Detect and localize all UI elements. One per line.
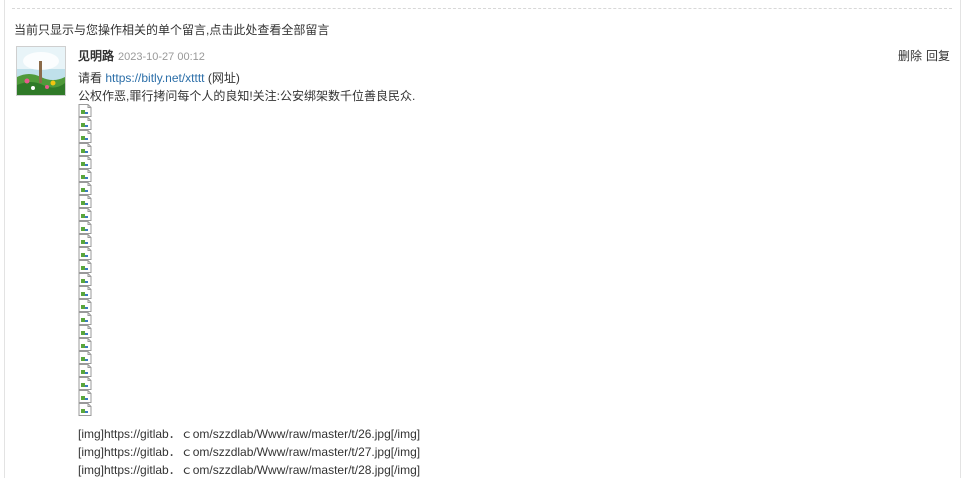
- broken-image-icon: [78, 247, 94, 260]
- broken-image-icon: [78, 208, 94, 221]
- broken-image-icon: [78, 130, 94, 143]
- broken-image-icon: [78, 143, 94, 156]
- delete-button[interactable]: 删除: [898, 49, 922, 63]
- broken-image-icon: [78, 338, 94, 351]
- broken-image-icon: [78, 377, 94, 390]
- broken-image-icon: [78, 390, 94, 403]
- broken-image-icon: [78, 260, 94, 273]
- broken-image-icon: [78, 364, 94, 377]
- broken-image-icon: [78, 104, 94, 117]
- img-tag-line: [img]https://gitlab．ｃom/szzdlab/Www/raw/…: [78, 463, 421, 477]
- broken-image-icon: [78, 273, 94, 286]
- broken-image-icon: [78, 195, 94, 208]
- broken-image-icon: [78, 117, 94, 130]
- broken-image-icon: [78, 325, 94, 338]
- comment-date: 2023-10-27 00:12: [118, 51, 205, 63]
- broken-image-icon: [78, 299, 94, 312]
- img-tag-line: [img]https://gitlab．ｃom/szzdlab/Www/raw/…: [78, 427, 421, 441]
- line1-suffix: (网址): [207, 71, 240, 85]
- show-all-comments-link[interactable]: 当前只显示与您操作相关的单个留言,点击此处查看全部留言: [14, 21, 329, 38]
- broken-image-icon: [78, 221, 94, 234]
- comment-line-2: 公权作恶,罪行拷问每个人的良知!关注:公安绑架数千位善良民众.: [78, 89, 416, 103]
- comment-body: 请看 https://bitly.net/xtttt (网址) 公权作恶,罪行拷…: [78, 69, 415, 105]
- broken-image-icon: [78, 182, 94, 195]
- avatar[interactable]: [16, 46, 66, 96]
- comment-meta: 见明路 2023-10-27 00:12: [78, 47, 205, 64]
- avatar-image-icon: [17, 47, 65, 95]
- broken-image-icon: [78, 156, 94, 169]
- reply-button[interactable]: 回复: [926, 49, 950, 63]
- broken-image-icon: [78, 351, 94, 364]
- broken-image-list: [78, 104, 98, 416]
- broken-image-icon: [78, 169, 94, 182]
- broken-image-icon: [78, 234, 94, 247]
- broken-image-icon: [78, 403, 94, 416]
- broken-image-icon: [78, 312, 94, 325]
- top-divider: [12, 8, 952, 9]
- comment-line-1: 请看 https://bitly.net/xtttt (网址): [78, 69, 415, 87]
- comment-actions: 删除 回复: [898, 47, 950, 64]
- img-tag-line: [img]https://gitlab．ｃom/szzdlab/Www/raw/…: [78, 445, 421, 459]
- broken-image-icon: [78, 286, 94, 299]
- img-tag-lines: [img]https://gitlab．ｃom/szzdlab/Www/raw/…: [78, 425, 420, 479]
- comment-link[interactable]: https://bitly.net/xtttt: [105, 71, 204, 85]
- comment-author[interactable]: 见明路: [78, 49, 114, 63]
- line1-prefix: 请看: [78, 71, 103, 85]
